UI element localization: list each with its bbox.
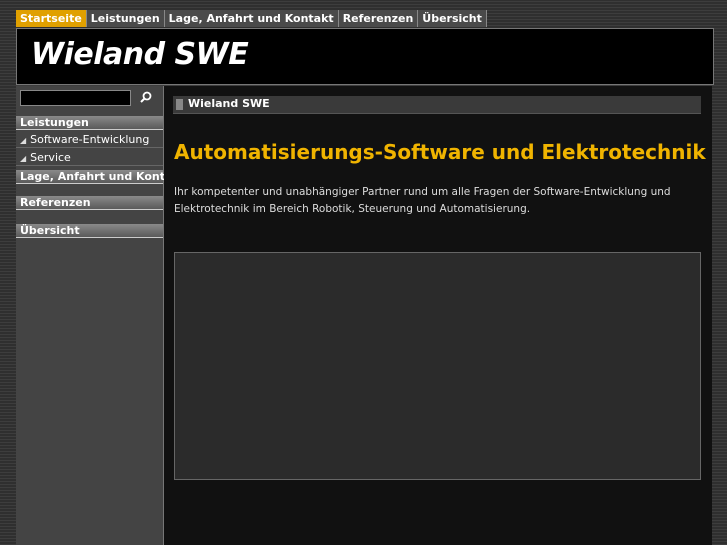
search-input[interactable] bbox=[20, 90, 131, 106]
sidebar-section-leistungen[interactable]: Leistungen bbox=[16, 116, 163, 130]
site-logo[interactable]: Wieland SWE bbox=[31, 37, 249, 72]
sidebar-item-software-entwicklung[interactable]: ◢ Software-Entwicklung bbox=[16, 132, 163, 148]
intro-paragraph: Ihr kompetenter und unabhängiger Partner… bbox=[174, 184, 694, 218]
sidebar-section-referenzen[interactable]: Referenzen bbox=[16, 196, 163, 210]
sidebar-item-label: Service bbox=[30, 151, 71, 164]
breadcrumb-marker-icon bbox=[176, 99, 183, 110]
search-icon[interactable] bbox=[137, 89, 155, 107]
sidebar-item-label: Software-Entwicklung bbox=[30, 133, 150, 146]
sidebar: Leistungen ◢ Software-Entwicklung ◢ Servic… bbox=[16, 86, 185, 545]
tab-referenzen[interactable]: Referenzen bbox=[338, 10, 419, 27]
tab-lage-anfahrt-kontakt[interactable]: Lage, Anfahrt und Kontakt bbox=[164, 10, 339, 27]
sidebar-section-lage-anfahrt-kontakt[interactable]: Lage, Anfahrt und Kontakt bbox=[16, 170, 185, 184]
bullet-icon: ◢ bbox=[20, 136, 27, 145]
breadcrumb: Wieland SWE bbox=[173, 96, 701, 114]
main-content: Wieland SWE Automatisierungs-Software un… bbox=[164, 86, 712, 545]
sidebar-section-uebersicht[interactable]: Übersicht bbox=[16, 224, 163, 238]
page-title: Automatisierungs-Software und Elektrotec… bbox=[174, 140, 706, 164]
sidebar-item-service[interactable]: ◢ Service bbox=[16, 150, 163, 166]
bullet-icon: ◢ bbox=[20, 154, 27, 163]
tab-startseite[interactable]: Startseite bbox=[16, 10, 87, 27]
intro-line-2: Elektrotechnik im Bereich Robotik, Steue… bbox=[174, 203, 531, 215]
breadcrumb-label: Wieland SWE bbox=[188, 97, 270, 110]
top-navigation: Startseite Leistungen Lage, Anfahrt und … bbox=[16, 10, 487, 27]
intro-line-1: Ihr kompetenter und unabhängiger Partner… bbox=[174, 186, 671, 198]
tab-uebersicht[interactable]: Übersicht bbox=[418, 10, 487, 27]
site-header: Wieland SWE bbox=[16, 28, 714, 85]
content-image-placeholder bbox=[174, 252, 701, 480]
tab-leistungen[interactable]: Leistungen bbox=[86, 10, 165, 27]
